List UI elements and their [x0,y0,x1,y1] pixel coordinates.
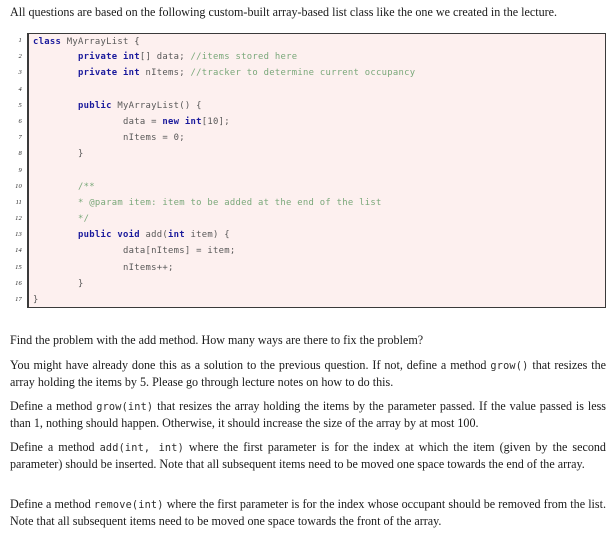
code-line-text: nItems++; [27,259,606,276]
code-row: 15 nItems++; [10,259,606,276]
code-line-text: * @param item: item to be added at the e… [27,194,606,212]
p5-text-a: Define a method [10,497,94,511]
code-line-text: public void add(int item) { [27,227,606,244]
line-number: 10 [15,182,22,190]
code-row: 14 data[nItems] = item; [10,243,606,260]
code-line-text: } [27,275,606,292]
inline-code-remove-int: remove(int) [93,500,164,511]
line-number: 3 [18,69,22,77]
line-number: 16 [15,279,22,287]
line-number: 5 [18,101,22,109]
line-number: 17 [15,296,22,303]
inline-code-grow: grow() [490,361,529,372]
code-lines: 1 class MyArrayList { 2 private int[] da… [10,33,606,309]
question-paragraph-2: You might have already done this as a so… [10,358,606,390]
question-paragraph-3: Define a method grow(int) that resizes t… [10,399,606,431]
line-number: 4 [18,85,22,93]
line-number: 11 [15,198,22,206]
line-number: 6 [18,117,22,125]
code-line-text: private int[] data; //items stored here [27,49,606,66]
question-paragraph-5: Define a method remove(int) where the fi… [10,497,606,529]
intro-paragraph: All questions are based on the following… [10,5,558,19]
line-number: 13 [15,231,22,239]
code-row: 4 [10,81,606,98]
code-row: 10 /** [10,178,606,195]
p4-text-a: Define a method [10,440,100,454]
code-line-text: } [27,146,606,163]
code-line-text: /** [27,178,606,195]
p3-text-a: Define a method [10,399,97,413]
line-number: 12 [15,215,22,223]
document-page: All questions are based on the following… [0,0,616,550]
java-code-listing: 1 class MyArrayList { 2 private int[] da… [10,33,606,309]
code-line-text: */ [27,211,606,228]
line-number: 2 [18,53,22,61]
code-line-text [27,162,606,179]
code-row: 3 private int nItems; //tracker to deter… [10,65,606,82]
code-row: 7 nItems = 0; [10,130,606,147]
code-line-text: data[nItems] = item; [27,243,606,260]
p2-text-a: You might have already done this as a so… [10,358,491,372]
code-row: 13 public void add(int item) { [10,227,606,244]
code-row: 8 } [10,146,606,163]
code-line-text: public MyArrayList() { [27,97,606,114]
code-row: 17 } [10,292,606,309]
code-line-text: nItems = 0; [27,130,606,147]
line-number: 9 [18,166,22,174]
code-row: 9 [10,162,606,179]
line-number: 15 [15,263,22,271]
line-number: 7 [18,134,22,142]
line-number: 8 [18,150,22,158]
code-line-text [27,81,606,98]
code-row: 1 class MyArrayList { [10,33,606,50]
code-row: 6 data = new int[10]; [10,113,606,131]
code-row: 12 */ [10,211,606,228]
code-line-text: } [27,292,606,309]
line-number: 1 [18,37,22,44]
question-paragraph-1: Find the problem with the add method. Ho… [10,333,424,347]
code-row: 11 * @param item: item to be added at th… [10,194,606,212]
code-row: 2 private int[] data; //items stored her… [10,49,606,66]
code-line-text: private int nItems; //tracker to determi… [27,65,606,82]
line-number: 14 [15,247,22,255]
code-row: 16 } [10,275,606,292]
inline-code-add-int-int: add(int, int) [99,443,184,454]
question-paragraph-4: Define a method add(int, int) where the … [10,440,606,472]
inline-code-grow-int: grow(int) [96,402,154,413]
code-line-text: class MyArrayList { [27,33,606,50]
code-row: 5 public MyArrayList() { [10,97,606,114]
code-line-text: data = new int[10]; [27,113,606,131]
